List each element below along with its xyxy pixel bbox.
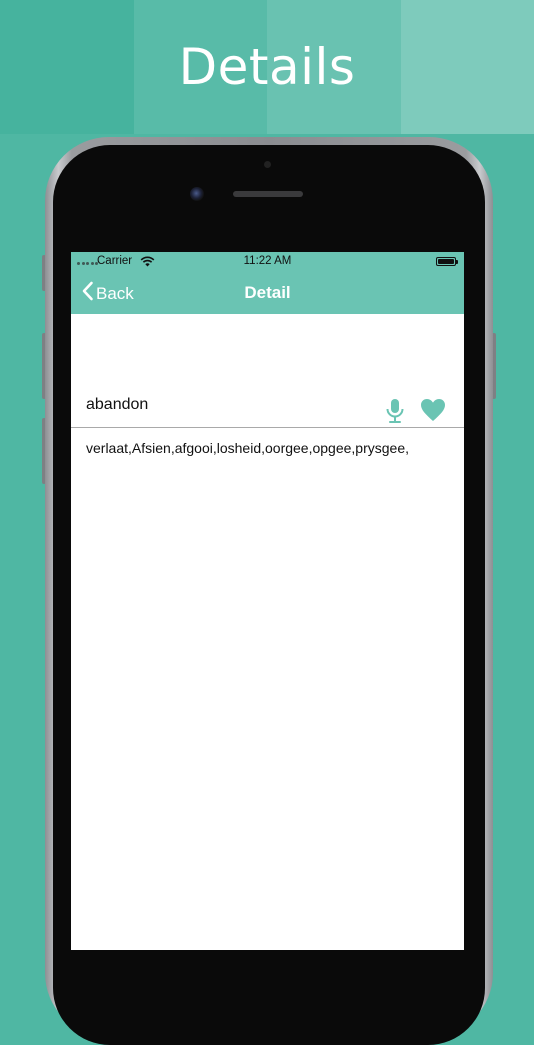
battery-icon xyxy=(436,257,456,266)
microphone-icon[interactable] xyxy=(385,398,405,429)
proximity-sensor xyxy=(264,161,271,168)
word-term: abandon xyxy=(86,396,148,414)
status-time: 11:22 AM xyxy=(71,255,464,267)
banner-title: Details xyxy=(0,38,534,96)
status-bar: Carrier 11:22 AM xyxy=(71,252,464,272)
word-translations: verlaat,Afsien,afgooi,losheid,oorgee,opg… xyxy=(86,440,409,456)
phone-screen: Carrier 11:22 AM Back Detail abandon xyxy=(71,252,464,950)
navigation-bar: Back Detail xyxy=(71,272,464,314)
front-camera xyxy=(190,187,204,201)
word-header-row: abandon xyxy=(71,384,464,428)
heart-icon[interactable] xyxy=(420,398,446,427)
page-title: Detail xyxy=(71,283,464,303)
earpiece-speaker xyxy=(233,191,303,197)
